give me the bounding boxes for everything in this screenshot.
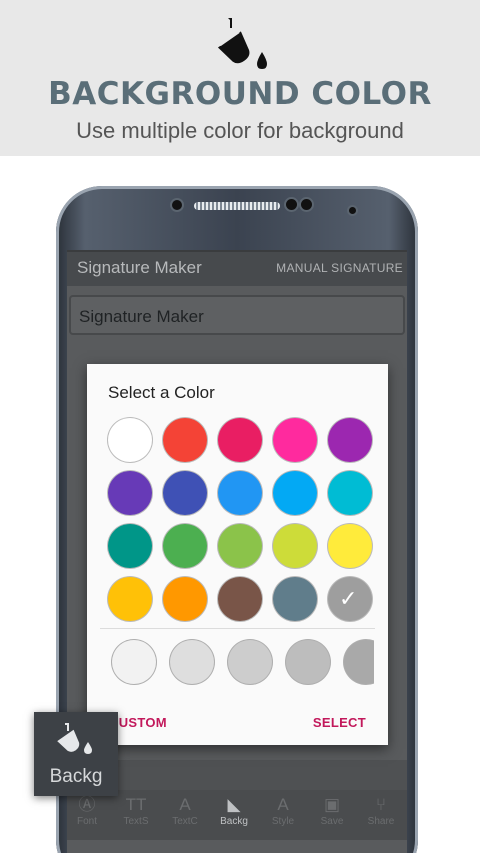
color-swatch[interactable] [328, 418, 372, 462]
color-swatch[interactable] [218, 524, 262, 568]
signature-text-value: Signature Maker [79, 307, 204, 326]
color-swatch[interactable] [108, 524, 152, 568]
color-swatch[interactable] [108, 471, 152, 515]
color-swatch[interactable] [163, 418, 207, 462]
nav-item-share[interactable]: ⑂ Share [357, 794, 405, 827]
text-color-icon: A [179, 795, 191, 814]
color-swatch[interactable] [273, 524, 317, 568]
nav-item-label: Share [367, 816, 395, 827]
nav-item-backg[interactable]: ◣ Backg [210, 794, 258, 827]
checkmark-icon: ✓ [339, 586, 358, 611]
save-icon: ▣ [323, 795, 341, 814]
nav-item-label: Save [320, 816, 344, 827]
text-style-icon: A [277, 795, 289, 814]
background-tool-tooltip[interactable]: Backg [34, 712, 118, 796]
shade-swatch[interactable] [112, 640, 156, 684]
color-swatch[interactable] [218, 577, 262, 621]
share-icon: ⑂ [375, 795, 387, 814]
sensor [286, 199, 297, 210]
nav-item-label: Style [271, 816, 295, 827]
nav-item-save[interactable]: ▣ Save [308, 794, 356, 827]
color-swatch[interactable] [328, 524, 372, 568]
shade-swatch[interactable] [228, 640, 272, 684]
nav-item-label: Font [76, 816, 97, 827]
manual-signature-button[interactable]: MANUAL SIGNATURE [276, 261, 403, 275]
color-swatch[interactable] [218, 418, 262, 462]
paint-bucket-icon [57, 723, 92, 754]
text-size-icon: TT [125, 795, 147, 814]
shade-swatch[interactable] [286, 640, 330, 684]
nav-item-label: Backg [220, 816, 248, 827]
sensor [349, 207, 356, 214]
dialog-divider [100, 628, 375, 629]
app-title: Signature Maker [77, 258, 202, 277]
app-bar: Signature Maker MANUAL SIGNATURE [67, 250, 407, 286]
dialog-title: Select a Color [108, 383, 215, 402]
nav-item-textc[interactable]: A TextC [161, 794, 209, 827]
select-button[interactable]: SELECT [313, 715, 366, 730]
sensor [301, 199, 312, 210]
color-swatch[interactable] [273, 418, 317, 462]
nav-item-font[interactable]: Ⓐ Font [67, 794, 111, 827]
nav-item-texts[interactable]: TT TextS [112, 794, 160, 827]
paint-bucket-icon: ◣ [227, 795, 241, 814]
shade-row[interactable] [107, 638, 374, 686]
nav-item-label: TextS [123, 816, 149, 827]
font-icon: Ⓐ [78, 795, 96, 814]
color-swatch[interactable] [163, 524, 207, 568]
preview-strip [67, 760, 407, 790]
tooltip-label: Backg [49, 766, 103, 787]
promo-title: BACKGROUND COLOR [48, 76, 432, 112]
bottom-toolbar: Ⓐ Font TT TextS A TextC ◣ Backg A Style ▣ Save ⑂ Shar… [67, 790, 407, 840]
color-swatch[interactable] [108, 577, 152, 621]
color-picker-dialog: Select a Color ✓ CUSTOM SELECT [87, 364, 388, 745]
color-swatch[interactable] [163, 577, 207, 621]
color-swatch[interactable] [218, 471, 262, 515]
color-swatch[interactable] [163, 471, 207, 515]
promo-subtitle: Use multiple color for background [76, 118, 404, 143]
nav-item-label: TextC [172, 816, 198, 827]
promo-banner: BACKGROUND COLOR Use multiple color for … [0, 0, 480, 156]
signature-text-field[interactable]: Signature Maker [69, 295, 405, 335]
paint-bucket-icon [217, 18, 267, 69]
color-swatch[interactable] [273, 471, 317, 515]
color-swatch[interactable] [328, 471, 372, 515]
shade-swatch[interactable] [170, 640, 214, 684]
color-swatch[interactable] [108, 418, 152, 462]
nav-item-style[interactable]: A Style [259, 794, 307, 827]
color-swatch[interactable]: ✓ [328, 577, 372, 621]
color-swatch[interactable] [273, 577, 317, 621]
phone-speaker [194, 202, 280, 210]
front-camera [172, 200, 182, 210]
shade-swatch[interactable] [344, 640, 374, 684]
